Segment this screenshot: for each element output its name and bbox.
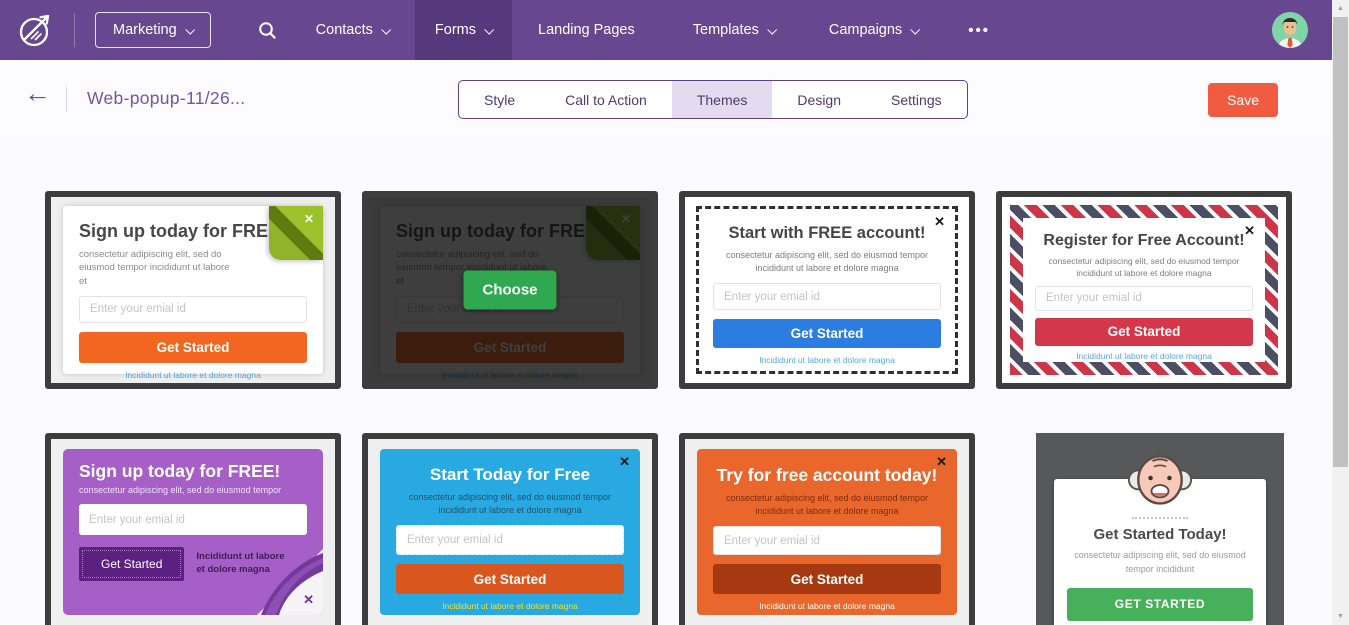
close-icon: ✕ [619,455,630,468]
editor-tabs: Style Call to Action Themes Design Setti… [458,80,968,119]
choose-button[interactable]: Choose [463,271,556,310]
nav-item-campaigns[interactable]: Campaigns [809,0,938,60]
tab-style[interactable]: Style [459,81,540,118]
popup-preview: ✕ Register for Free Account! consectetur… [1023,218,1265,362]
nav-item-more[interactable]: ••• [948,0,1010,60]
chevron-down-icon [767,24,777,34]
popup-link-text: Incididunt ut labore et dolore magna [79,370,307,380]
tab-design[interactable]: Design [772,81,866,118]
themes-gallery: Sign up today for FREE consectetur adipi… [45,191,1292,625]
get-started-button-preview: GET STARTED [1067,588,1253,621]
popup-preview: ✕ Start Today for Free consectetur adipi… [380,449,640,615]
old-man-illustration [1127,445,1193,511]
tab-settings[interactable]: Settings [866,81,967,118]
chevron-down-icon [484,24,494,34]
title-divider [66,86,67,112]
top-nav: Marketing Contacts Forms Landing Pages T… [0,0,1332,60]
scroll-up-arrow-icon[interactable]: ▲ [1332,0,1349,17]
vertical-scrollbar[interactable]: ▲ ▼ [1332,0,1349,625]
chevron-down-icon [381,24,391,34]
user-avatar[interactable] [1272,12,1308,48]
corner-ribbon: ✕ [269,206,323,260]
close-icon: ✕ [303,592,314,608]
theme-tile-classic-white-orange-hovered[interactable]: Sign up today for FREE consectetur adipi… [362,191,658,389]
popup-description: consectetur adipiscing elit, sed do eius… [79,248,232,288]
popup-preview: Get Started Today! consectetur adipiscin… [1054,479,1266,625]
theme-tile-purple-fold[interactable]: Sign up today for FREE! consectetur adip… [45,433,341,625]
search-button[interactable] [257,20,278,41]
theme-tile-old-man-green[interactable]: Get Started Today! consectetur adipiscin… [996,433,1292,625]
nav-item-contacts[interactable]: Contacts [296,0,409,60]
page-header: ← Web-popup-11/26... Style Call to Actio… [0,60,1332,136]
squiggle-divider [1132,517,1188,519]
back-arrow-button[interactable]: ← [24,80,51,107]
search-icon [257,20,278,41]
chevron-down-icon [185,24,195,34]
tab-call-to-action[interactable]: Call to Action [540,81,672,118]
scrollbar-thumb[interactable] [1333,17,1348,467]
theme-tile-orange-solid[interactable]: ✕ Try for free account today! consectetu… [679,433,975,625]
page-title: Web-popup-11/26... [87,88,245,109]
app-switcher-label: Marketing [113,22,177,38]
primary-nav: Contacts Forms Landing Pages Templates C… [290,0,1010,60]
nav-divider [74,13,75,47]
tab-themes[interactable]: Themes [672,81,773,118]
theme-tile-sky-blue-orange[interactable]: ✕ Start Today for Free consectetur adipi… [362,433,658,625]
close-icon: ✕ [304,212,314,226]
get-started-button-preview: Get Started [79,547,184,581]
theme-tile-classic-white-orange[interactable]: Sign up today for FREE consectetur adipi… [45,191,341,389]
chevron-down-icon [910,24,920,34]
theme-tile-dashed-border-blue[interactable]: ✕ Start with FREE account! consectetur a… [679,191,975,389]
popup-preview: Sign up today for FREE consectetur adipi… [63,206,323,374]
ellipsis-icon: ••• [968,22,990,39]
scroll-down-arrow-icon[interactable]: ▼ [1332,608,1349,625]
close-icon: ✕ [936,455,947,468]
theme-tile-airmail-red[interactable]: ✕ Register for Free Account! consectetur… [996,191,1292,389]
popup-preview: Sign up today for FREE! consectetur adip… [63,449,323,615]
nav-item-forms[interactable]: Forms [415,0,512,60]
nav-item-landing-pages[interactable]: Landing Pages [518,0,655,60]
get-started-button-preview: Get Started [79,332,307,363]
email-field-preview: Enter your emial id [79,296,307,323]
popup-preview: ✕ Start with FREE account! consectetur a… [696,206,958,374]
save-button[interactable]: Save [1208,83,1278,117]
app-logo-icon[interactable] [15,9,57,51]
popup-preview: ✕ Try for free account today! consectetu… [697,449,957,615]
nav-item-templates[interactable]: Templates [673,0,795,60]
close-icon: ✕ [1244,224,1255,237]
close-icon: ✕ [934,215,945,228]
app-switcher-button[interactable]: Marketing [95,12,211,48]
